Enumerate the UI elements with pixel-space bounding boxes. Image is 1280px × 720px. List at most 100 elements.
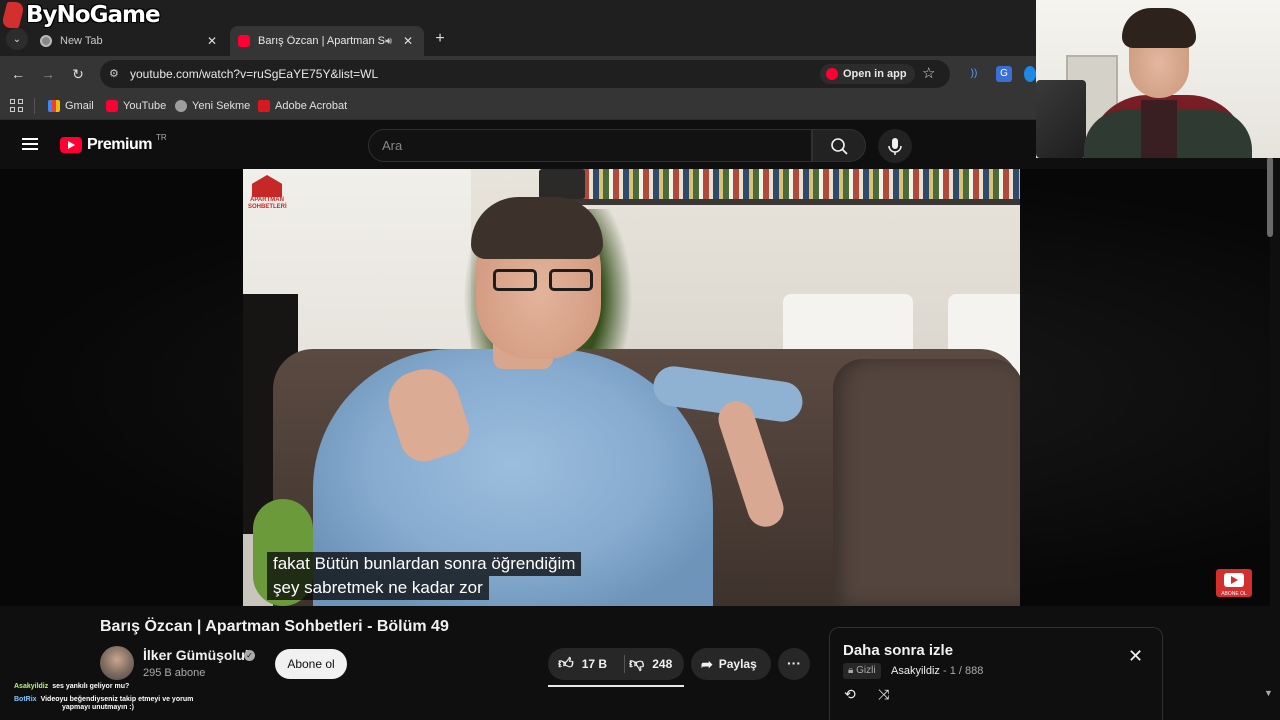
- pen-icon: [0, 2, 26, 28]
- microphone-icon: [888, 138, 902, 155]
- video-title: Barış Özcan | Apartman Sohbetleri - Bölü…: [100, 618, 449, 635]
- country-code: TR: [155, 132, 167, 142]
- voice-search-button[interactable]: [878, 129, 912, 163]
- tab-new-tab[interactable]: New Tab ✕: [32, 26, 228, 56]
- like-dislike-bar: 👍︎ 17 B 👎︎ 248: [548, 648, 684, 680]
- channel-watermark-logo: APARTMAN SOHBETLERİ: [248, 175, 287, 221]
- youtube-icon: [106, 100, 118, 112]
- forward-button[interactable]: →: [38, 64, 58, 84]
- subtitle-line: fakat Bütün bunlardan sonra öğrendiğim: [267, 552, 582, 576]
- privacy-badge: 🔒︎ Gizli: [843, 663, 881, 679]
- like-count: 17 B: [581, 657, 608, 671]
- site-info-icon[interactable]: ⚙: [109, 67, 123, 81]
- apps-grid-icon[interactable]: [10, 99, 24, 113]
- youtube-play-icon: [1224, 573, 1244, 587]
- close-tab-icon[interactable]: ✕: [400, 34, 416, 48]
- chat-text: Videoyu beğendiyseniz takip etmeyi ve yo…: [40, 696, 194, 703]
- extension-translate-icon[interactable]: G: [996, 66, 1012, 82]
- youtube-premium-logo[interactable]: Premium TR: [60, 132, 167, 154]
- like-underline: [548, 685, 684, 687]
- speaker-icon[interactable]: 🔊︎: [386, 36, 392, 47]
- subscriber-count: 295 B abone: [143, 667, 206, 679]
- close-tab-icon[interactable]: ✕: [204, 34, 220, 48]
- extension-read-aloud-icon[interactable]: )): [966, 66, 982, 82]
- subscribe-button[interactable]: Abone ol: [275, 649, 347, 679]
- open-in-app-label: Open in app: [843, 68, 907, 80]
- lock-icon: 🔒︎: [848, 665, 854, 676]
- playlist-owner[interactable]: Asakyildiz: [891, 665, 940, 677]
- dislike-button[interactable]: 👎︎ 248: [625, 648, 684, 680]
- chat-text: ses yankılı geliyor mu?: [52, 683, 130, 690]
- reload-button[interactable]: ↻: [68, 64, 88, 84]
- playlist-meta: Asakyildiz - 1 / 888: [891, 665, 983, 677]
- video-frame[interactable]: APARTMAN SOHBETLERİ: [243, 169, 1020, 606]
- url-text[interactable]: youtube.com/watch?v=ruSgEaYE75Y&list=WL: [130, 67, 378, 81]
- gmail-icon: [48, 100, 60, 112]
- share-icon: ➦: [701, 655, 713, 672]
- like-button[interactable]: 👍︎ 17 B: [548, 648, 624, 680]
- tab-label: Barış Özcan | Apartman Soh: [258, 35, 386, 47]
- bookmark-youtube[interactable]: YouTube: [106, 98, 166, 114]
- more-actions-button[interactable]: ···: [778, 648, 810, 680]
- subscribe-watermark-button[interactable]: ABONE OL: [1216, 569, 1252, 597]
- chat-username: Asakyildiz: [14, 683, 49, 690]
- shuffle-icon[interactable]: ⤨: [878, 686, 889, 703]
- thumbs-up-icon: 👍︎: [558, 655, 574, 672]
- search-box: [368, 129, 812, 162]
- open-in-app-button[interactable]: Open in app: [820, 64, 915, 84]
- bookmarks-bar: Gmail YouTube Yeni Sekme Adobe Acrobat: [0, 92, 1036, 120]
- bookmark-yeni-sekme[interactable]: Yeni Sekme: [175, 98, 250, 114]
- subtitle-line: şey sabretmek ne kadar zor: [267, 576, 489, 600]
- thumbs-down-icon: 👎︎: [629, 655, 645, 672]
- menu-icon[interactable]: [22, 138, 38, 150]
- verified-badge-icon: ✓: [244, 650, 255, 661]
- page-scrollbar[interactable]: [1266, 157, 1274, 697]
- bookmark-star-icon[interactable]: ☆: [922, 64, 935, 82]
- logo-word: Premium: [87, 136, 152, 153]
- extension-icon[interactable]: [1024, 66, 1036, 82]
- bookmark-label: Gmail: [65, 100, 94, 112]
- chat-text-continued: yapmayı unutmayın :): [62, 704, 134, 711]
- close-icon[interactable]: ✕: [1128, 646, 1143, 667]
- tab-search-button[interactable]: ⌄: [6, 28, 28, 50]
- share-label: Paylaş: [718, 657, 757, 671]
- loop-icon[interactable]: ⟲: [844, 686, 856, 703]
- bookmarks-separator: [34, 98, 35, 114]
- bookmark-label: Yeni Sekme: [192, 100, 251, 112]
- bookmark-adobe-acrobat[interactable]: Adobe Acrobat: [258, 98, 347, 114]
- chat-message: BotRix Videoyu beğendiyseniz takip etmey…: [14, 695, 254, 704]
- youtube-favicon-icon: [238, 35, 250, 47]
- video-subtitles: fakat Bütün bunlardan sonra öğrendiğim ş…: [267, 552, 582, 600]
- tab-youtube-video[interactable]: Barış Özcan | Apartman Soh 🔊︎ ✕: [230, 26, 424, 56]
- bookmark-label: YouTube: [123, 100, 167, 112]
- acrobat-icon: [258, 100, 270, 112]
- playlist-position: - 1 / 888: [942, 665, 984, 677]
- stream-chat-overlay: Asakyildiz ses yankılı geliyor mu? BotRi…: [14, 682, 254, 711]
- youtube-masthead: Premium TR: [0, 121, 1036, 169]
- privacy-label: Gizli: [856, 665, 876, 676]
- channel-name[interactable]: İlker Gümüşoluk: [143, 647, 253, 663]
- address-bar[interactable]: ⚙ youtube.com/watch?v=ruSgEaYE75Y&list=W…: [100, 60, 950, 88]
- channel-avatar[interactable]: [100, 646, 134, 680]
- youtube-icon: [826, 68, 838, 80]
- new-tab-button[interactable]: +: [430, 30, 450, 50]
- globe-icon: [175, 100, 187, 112]
- abone-badge-text: ABONE OL: [1221, 591, 1247, 597]
- bookmark-gmail[interactable]: Gmail: [48, 98, 94, 114]
- back-button[interactable]: ←: [8, 64, 28, 84]
- scroll-down-arrow-icon[interactable]: ▼: [1264, 688, 1273, 698]
- search-button[interactable]: [812, 129, 866, 162]
- share-button[interactable]: ➦ Paylaş: [691, 648, 771, 680]
- stream-logo: ByNoGame: [0, 0, 161, 30]
- youtube-logo-icon: [60, 137, 82, 153]
- playlist-panel: Daha sonra izle ✕ 🔒︎ Gizli Asakyildiz - …: [829, 627, 1163, 720]
- dislike-count: 248: [652, 657, 673, 671]
- chrome-icon: [40, 35, 52, 47]
- search-icon: [831, 138, 848, 155]
- webcam-overlay: [1036, 0, 1280, 158]
- bookmark-label: Adobe Acrobat: [275, 100, 348, 112]
- browser-toolbar: ← → ↻ ⚙ youtube.com/watch?v=ruSgEaYE75Y&…: [0, 56, 1036, 92]
- playlist-title[interactable]: Daha sonra izle: [843, 642, 953, 659]
- search-input[interactable]: [369, 130, 811, 161]
- tab-label: New Tab: [60, 35, 103, 47]
